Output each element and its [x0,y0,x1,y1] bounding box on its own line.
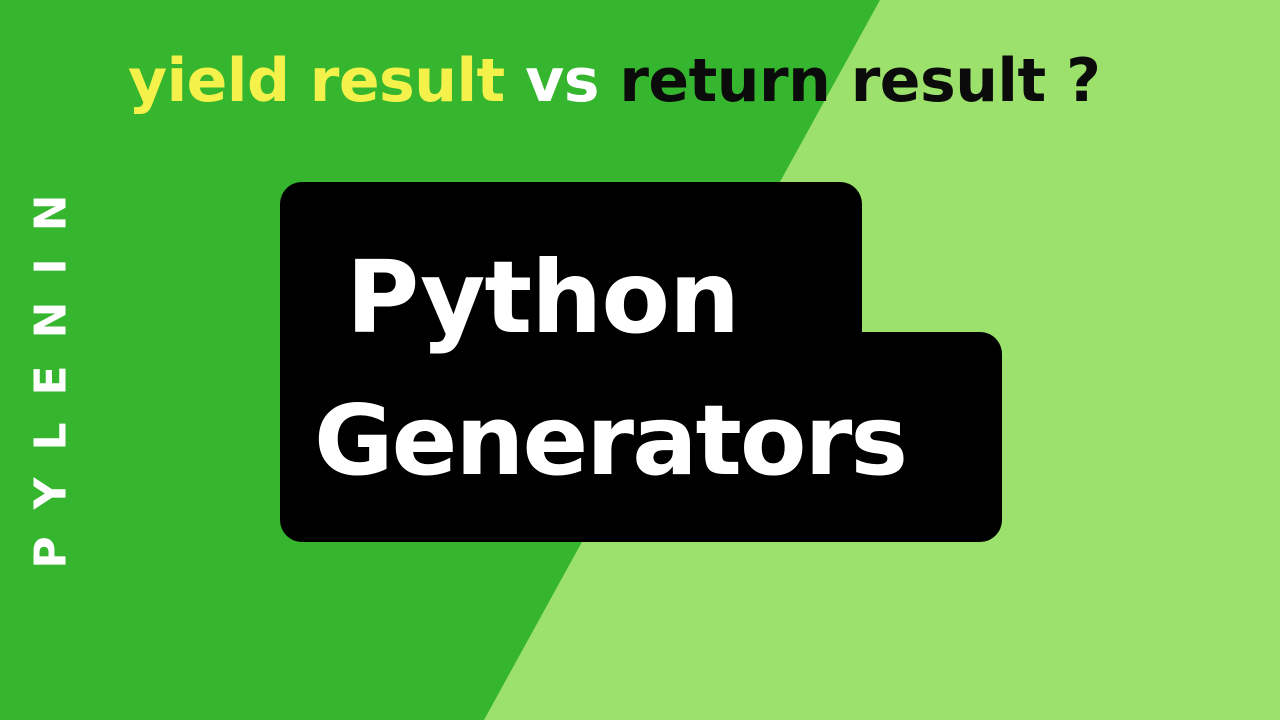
title-generators: Generators [314,384,908,497]
title-python: Python [346,239,740,356]
title-box [280,182,1002,542]
